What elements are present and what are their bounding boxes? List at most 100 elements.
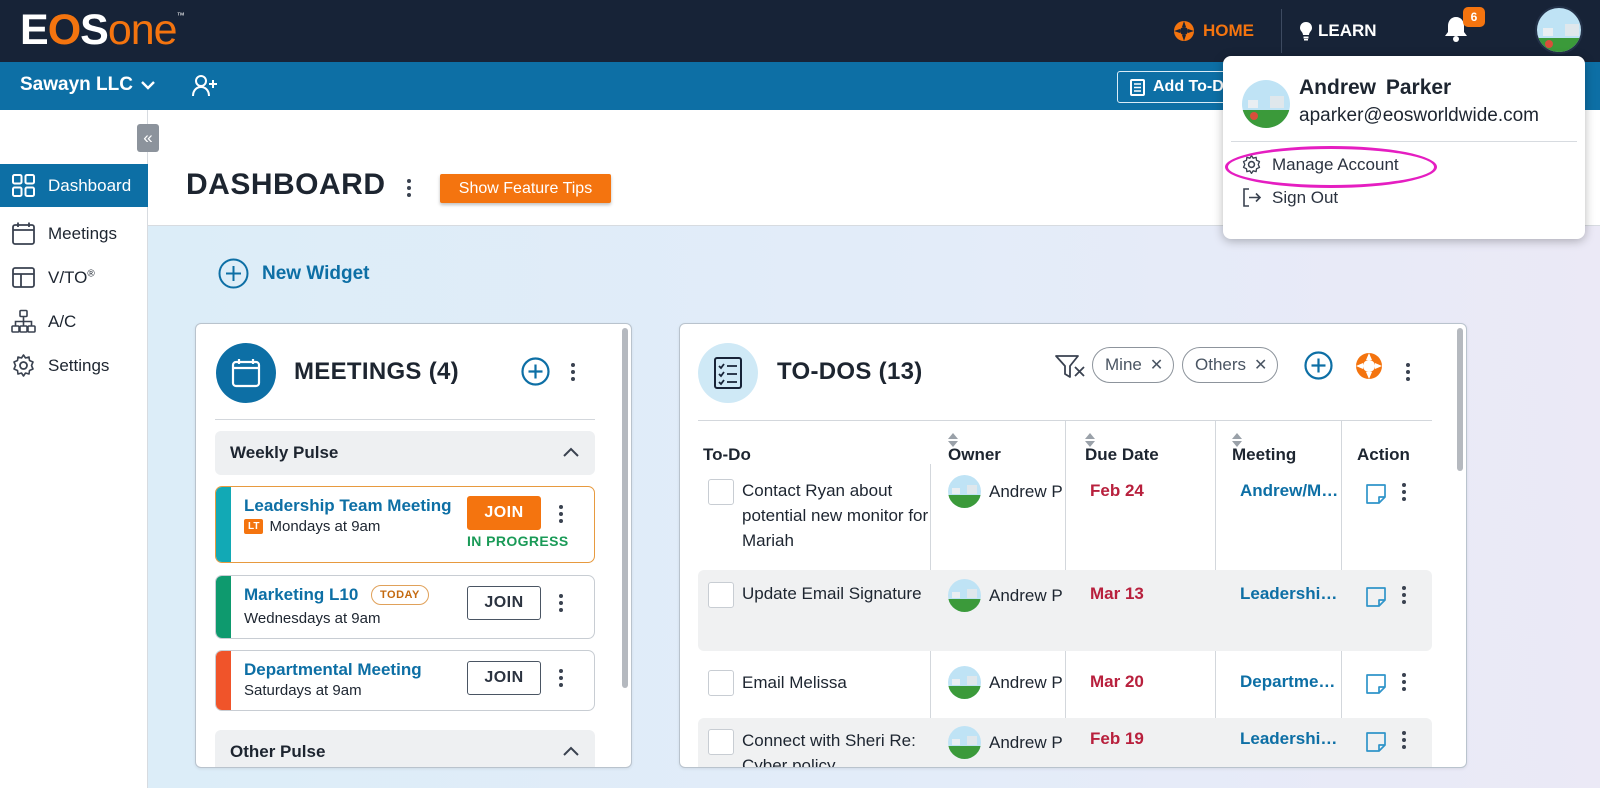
todo-owner: Andrew P: [948, 475, 1066, 508]
owner-avatar: [948, 666, 981, 699]
filter-chip-label: Others: [1195, 355, 1247, 374]
todo-options-icon[interactable]: [1399, 482, 1409, 502]
join-meeting-button[interactable]: JOIN: [467, 586, 541, 620]
org-switcher[interactable]: Sawayn LLC: [20, 74, 155, 96]
todos-widget-menu-icon[interactable]: [1403, 362, 1413, 382]
add-user-icon[interactable]: [192, 74, 218, 98]
new-widget-button[interactable]: New Widget: [218, 258, 370, 289]
table-row[interactable]: Email Melissa Andrew P Mar 20 Department…: [698, 655, 1432, 713]
table-row[interactable]: Connect with Sheri Re: Cyber policy Andr…: [698, 718, 1432, 767]
meeting-name[interactable]: Leadership Team Meeting: [244, 496, 452, 516]
collapse-sidebar-button[interactable]: «: [137, 124, 159, 152]
remove-filter-icon[interactable]: ✕: [1254, 355, 1267, 375]
sidebar-item-meetings[interactable]: Meetings: [0, 212, 148, 255]
sidebar-item-label: Settings: [48, 355, 110, 375]
todo-meeting-link[interactable]: Andrew/Mariah: [1240, 481, 1342, 501]
add-todo-icon[interactable]: [1304, 351, 1333, 380]
table-row[interactable]: Update Email Signature Andrew P Mar 13 L…: [698, 570, 1432, 651]
sign-out-menu-item[interactable]: Sign Out: [1241, 187, 1338, 208]
todo-text[interactable]: Contact Ryan about potential new monitor…: [742, 478, 932, 553]
section-weekly-pulse[interactable]: Weekly Pulse: [215, 431, 595, 475]
meeting-name[interactable]: Departmental Meeting: [244, 660, 422, 680]
column-header-due-date[interactable]: Due Date: [1085, 433, 1159, 464]
sidebar-item-settings[interactable]: Settings: [0, 344, 148, 387]
meetings-widget-icon: [216, 343, 276, 403]
join-meeting-button[interactable]: JOIN: [467, 661, 541, 695]
todo-checkbox[interactable]: [708, 729, 734, 755]
todo-checkbox[interactable]: [708, 479, 734, 505]
filter-icon[interactable]: [1054, 353, 1086, 381]
add-meeting-icon[interactable]: [521, 357, 550, 386]
nav-divider: [1281, 9, 1282, 53]
note-icon[interactable]: [1365, 586, 1387, 608]
meeting-name[interactable]: Marketing L10: [244, 585, 358, 605]
eos-one-logo[interactable]: E O S one ™: [20, 8, 185, 51]
meeting-card-departmental[interactable]: Departmental Meeting Saturdays at 9am JO…: [215, 650, 595, 711]
todos-widget: TO-DOS (13) Mine ✕ Others ✕ To-Do Owner …: [679, 323, 1467, 768]
meeting-options-icon[interactable]: [556, 504, 566, 524]
show-feature-tips-button[interactable]: Show Feature Tips: [440, 174, 611, 203]
note-icon[interactable]: [1365, 731, 1387, 753]
chevron-down-icon: [141, 81, 155, 90]
nav-learn-link[interactable]: LEARN: [1299, 18, 1377, 44]
sidebar-item-label: A/C: [48, 311, 77, 331]
user-avatar[interactable]: [1535, 6, 1583, 54]
todo-meeting-link[interactable]: Leadership Team Meeting: [1240, 584, 1342, 604]
todo-owner: Andrew P: [948, 666, 1066, 699]
meetings-widget: MEETINGS (4) Weekly Pulse Leadership Tea…: [195, 323, 632, 768]
team-badge: LT: [244, 519, 264, 534]
nav-home-link[interactable]: HOME: [1173, 18, 1254, 44]
todo-owner: Andrew P: [948, 579, 1066, 612]
todo-options-icon[interactable]: [1399, 730, 1409, 750]
todo-text[interactable]: Connect with Sheri Re: Cyber policy: [742, 728, 932, 767]
org-chart-icon: [11, 309, 36, 333]
lightbulb-icon: [1300, 22, 1312, 41]
sidebar-item-label: V/TO®: [48, 267, 95, 287]
todo-meeting-link[interactable]: Leadership Team Meeting: [1240, 729, 1342, 749]
filter-chip-others[interactable]: Others ✕: [1182, 347, 1279, 383]
eos-lifesaver-icon[interactable]: [1354, 351, 1384, 381]
meeting-options-icon[interactable]: [556, 593, 566, 613]
todo-text[interactable]: Update Email Signature: [742, 581, 932, 606]
todo-text[interactable]: Email Melissa: [742, 670, 932, 695]
column-header-meeting[interactable]: Meeting: [1232, 433, 1296, 464]
meeting-schedule: LT Mondays at 9am: [244, 518, 380, 535]
todo-meeting-link[interactable]: Departmental Meeting: [1240, 672, 1342, 692]
dashboard-options-icon[interactable]: [404, 178, 414, 198]
todo-due-date: Feb 19: [1090, 729, 1144, 748]
chevron-up-icon: [563, 746, 579, 756]
add-todo-button[interactable]: Add To-Do: [1117, 71, 1237, 103]
note-icon[interactable]: [1365, 483, 1387, 505]
table-header: To-Do Owner Due Date Meeting Action: [698, 421, 1432, 464]
add-todo-label: Add To-Do: [1153, 78, 1234, 95]
todo-options-icon[interactable]: [1399, 585, 1409, 605]
table-row[interactable]: Contact Ryan about potential new monitor…: [698, 467, 1432, 567]
meetings-widget-menu-icon[interactable]: [568, 362, 578, 382]
meeting-card-leadership[interactable]: Leadership Team Meeting LT Mondays at 9a…: [215, 486, 595, 563]
widget-divider: [215, 419, 595, 420]
meeting-options-icon[interactable]: [556, 668, 566, 688]
account-dropdown-menu: Andrew Parker aparker@eosworldwide.com M…: [1223, 56, 1585, 239]
meeting-color-bar: [216, 487, 231, 562]
filter-chip-mine[interactable]: Mine ✕: [1092, 347, 1175, 383]
join-meeting-button[interactable]: JOIN: [467, 496, 541, 530]
sidebar-item-ac[interactable]: A/C: [0, 300, 148, 343]
column-header-owner[interactable]: Owner: [948, 433, 1001, 464]
section-title: Other Pulse: [230, 742, 326, 761]
checklist-icon: [1130, 78, 1145, 96]
sidebar-item-dashboard[interactable]: Dashboard: [0, 164, 148, 207]
owner-avatar: [948, 475, 981, 508]
remove-filter-icon[interactable]: ✕: [1150, 355, 1163, 375]
todo-options-icon[interactable]: [1399, 672, 1409, 692]
sidebar-item-label: Dashboard: [48, 175, 132, 195]
section-other-pulse[interactable]: Other Pulse: [215, 730, 595, 767]
todos-scrollbar[interactable]: [1457, 328, 1463, 471]
sidebar-item-vto[interactable]: V/TO®: [0, 256, 148, 299]
meetings-scrollbar[interactable]: [622, 328, 628, 688]
note-icon[interactable]: [1365, 673, 1387, 695]
meeting-card-marketing[interactable]: Marketing L10 TODAY Wednesdays at 9am JO…: [215, 575, 595, 639]
meeting-color-bar: [216, 576, 231, 638]
todo-checkbox[interactable]: [708, 582, 734, 608]
todo-checkbox[interactable]: [708, 670, 734, 696]
section-title: Weekly Pulse: [230, 443, 339, 462]
